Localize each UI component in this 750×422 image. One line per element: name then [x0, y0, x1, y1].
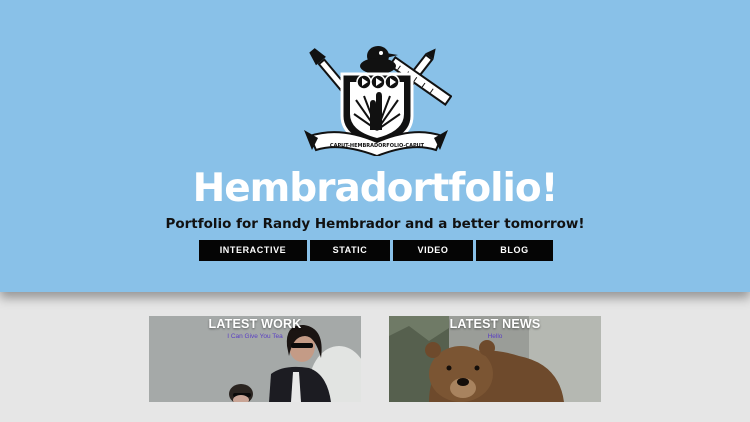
latest-news-subtitle[interactable]: Hello — [389, 333, 601, 340]
latest-news-title: LATEST NEWS — [449, 317, 541, 331]
site-tagline: Portfolio for Randy Hembrador and a bett… — [165, 216, 585, 232]
nav-blog[interactable]: BLOG — [476, 240, 553, 261]
main-nav: INTERACTIVE STATIC VIDEO BLOG — [199, 240, 553, 261]
latest-work-card[interactable]: LATEST WORK I Can Give You Tea — [149, 316, 361, 402]
crest-motto: CAPUT-HEMBRADORFOLIO-CAPUT — [330, 143, 425, 149]
nav-static[interactable]: STATIC — [310, 240, 390, 261]
crest-logo[interactable]: CAPUT-HEMBRADORFOLIO-CAPUT — [300, 38, 452, 156]
site-header: CAPUT-HEMBRADORFOLIO-CAPUT Hembradortfol… — [0, 0, 750, 292]
latest-news-card[interactable]: LATEST NEWS Hello — [389, 316, 601, 402]
latest-work-title: LATEST WORK — [208, 317, 302, 331]
site-title[interactable]: Hembradortfolio! — [0, 164, 750, 214]
nav-interactive[interactable]: INTERACTIVE — [199, 240, 307, 261]
nav-video[interactable]: VIDEO — [393, 240, 473, 261]
latest-work-subtitle[interactable]: I Can Give You Tea — [149, 333, 361, 340]
